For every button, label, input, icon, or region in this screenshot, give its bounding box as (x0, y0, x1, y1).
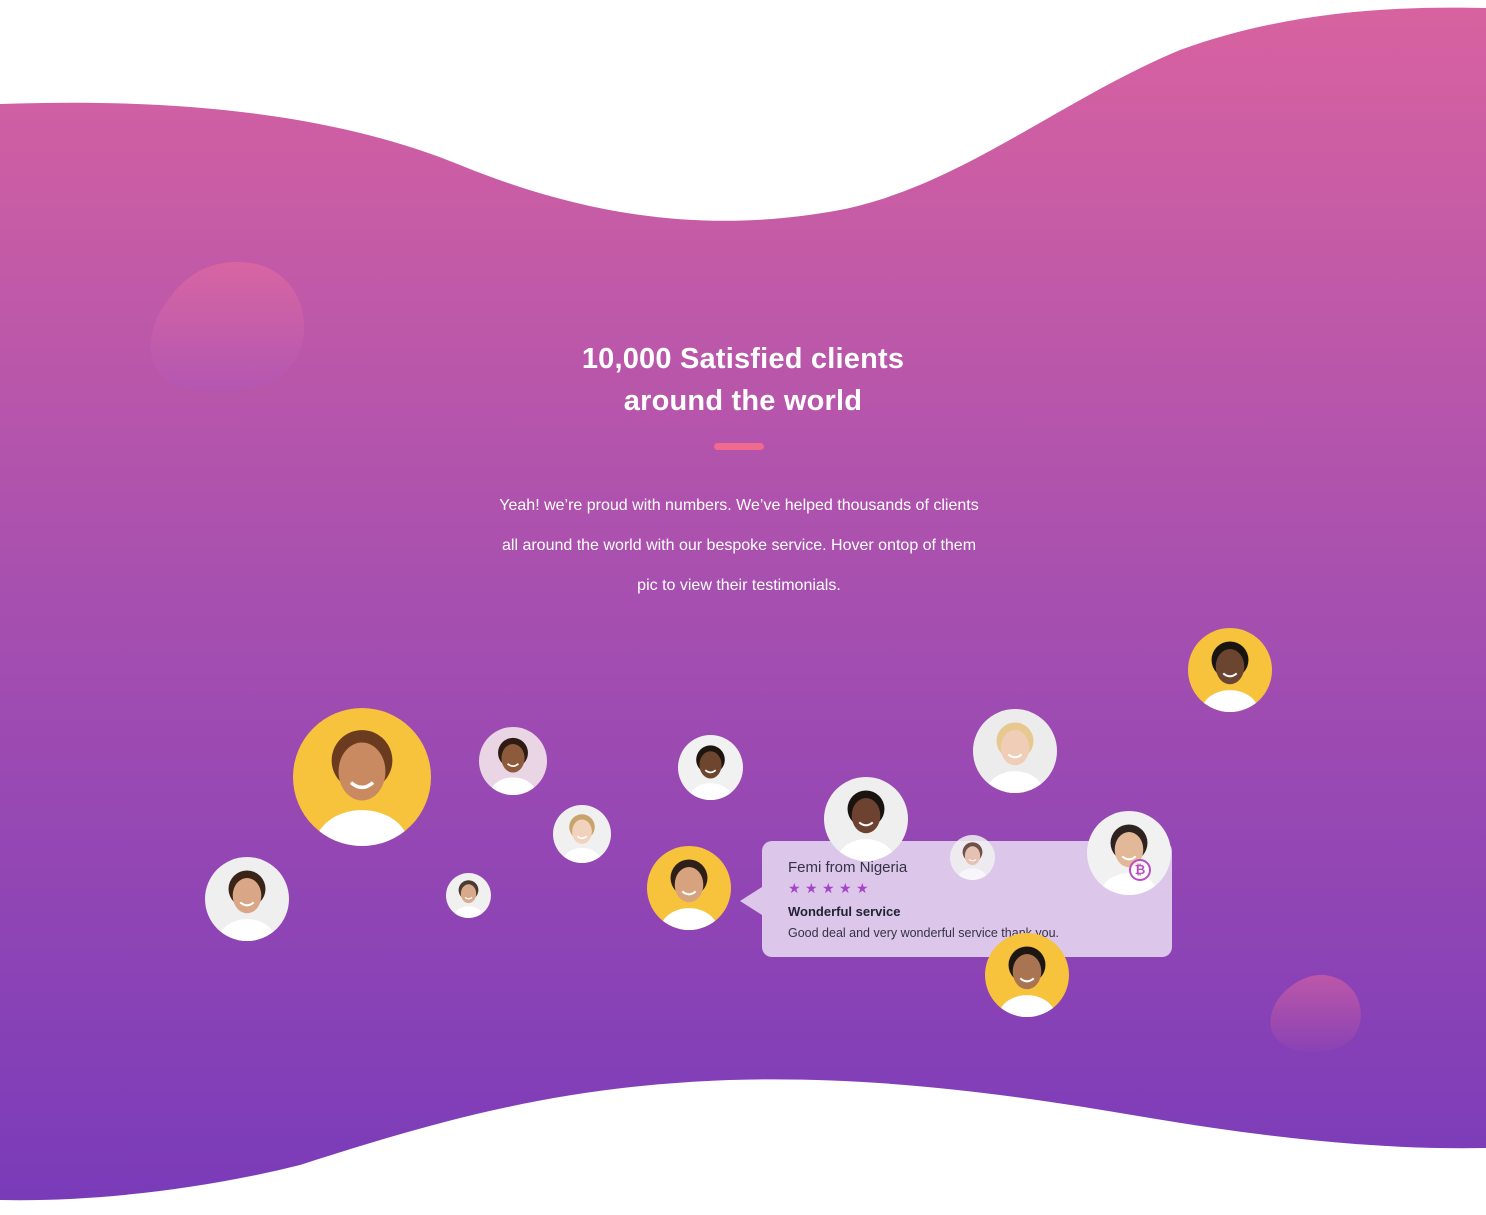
tooltip-arrow (740, 887, 762, 915)
avatar-client-man-glasses-yellow[interactable] (985, 933, 1069, 1017)
avatar-portrait-icon (553, 805, 611, 863)
avatar-portrait-icon (446, 873, 491, 918)
avatar-portrait-icon (1087, 811, 1171, 895)
testimonial-rating: ★ ★ ★ ★ ★ (788, 880, 1146, 898)
avatar-client-man-smiling-femi[interactable] (824, 777, 908, 861)
avatar-client-man-dancing[interactable] (1188, 628, 1272, 712)
heading-underline (714, 443, 764, 450)
heading-line-1: 10,000 Satisfied clients (581, 343, 905, 375)
description-line-3: pic to view their testimonials. (637, 577, 841, 594)
testimonial-title: Wonderful service (788, 904, 901, 919)
testimonials-section: 10,000 Satisfied clients around the worl… (0, 0, 1486, 1215)
avatar-client-man-headset[interactable] (647, 846, 731, 930)
avatar-client-man-beard[interactable] (205, 857, 289, 941)
testimonial-text: Good deal and very wonderful service tha… (788, 926, 1059, 940)
bitcoin-icon: ₿ (1129, 859, 1151, 881)
avatar-client-woman-hat[interactable] (973, 709, 1057, 793)
avatar-portrait-icon (479, 727, 547, 795)
avatar-client-woman-blonde[interactable] (553, 805, 611, 863)
section-heading: 10,000 Satisfied clients around the worl… (443, 338, 1043, 422)
star-icon: ★ (856, 880, 869, 896)
avatar-portrait-icon (950, 835, 995, 880)
star-icon: ★ (839, 880, 852, 896)
avatar-portrait-icon (973, 709, 1057, 793)
avatar-portrait-icon (205, 857, 289, 941)
avatar-portrait-icon (647, 846, 731, 930)
avatar-portrait-icon (824, 777, 908, 861)
avatar-client-woman-curly[interactable] (479, 727, 547, 795)
description-line-2: all around the world with our bespoke se… (501, 537, 977, 554)
avatar-portrait-icon (1188, 628, 1272, 712)
heading-line-2: around the world (623, 385, 863, 417)
star-icon: ★ (805, 880, 818, 896)
avatar-client-man-small[interactable] (446, 873, 491, 918)
avatar-client-woman-small[interactable] (950, 835, 995, 880)
section-description: Yeah! we’re proud with numbers. We’ve he… (458, 486, 1020, 606)
wave-background (0, 7, 1486, 1201)
star-icon: ★ (788, 880, 801, 896)
star-icon: ★ (822, 880, 835, 896)
avatar-portrait-icon (985, 933, 1069, 1017)
avatar-client-woman-headphones[interactable] (293, 708, 431, 846)
description-line-1: Yeah! we’re proud with numbers. We’ve he… (499, 497, 979, 514)
avatar-portrait-icon (678, 735, 743, 800)
avatar-portrait-icon (293, 708, 431, 846)
avatar-client-man-glasses-bitcoin[interactable]: ₿ (1087, 811, 1171, 895)
avatar-client-man-laughing[interactable] (678, 735, 743, 800)
